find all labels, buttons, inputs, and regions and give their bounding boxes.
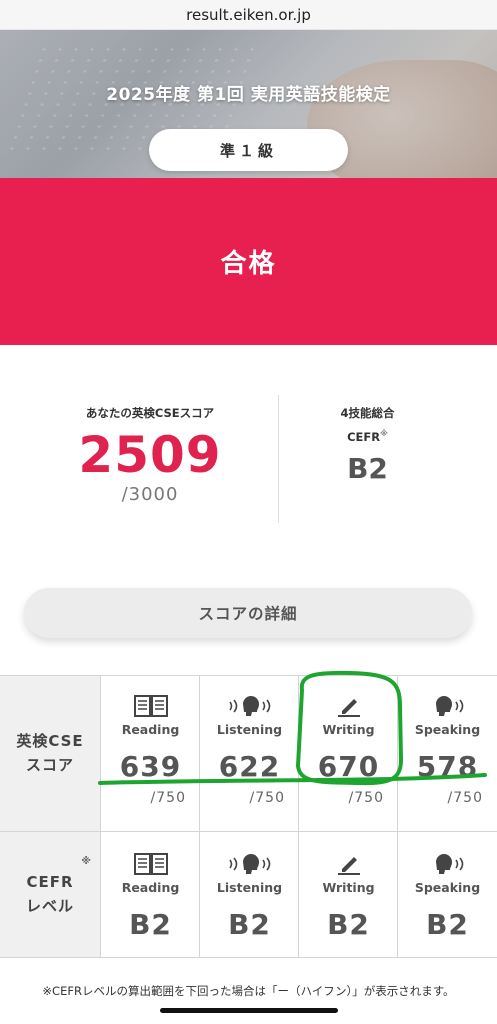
divider	[278, 395, 279, 523]
book-icon	[101, 694, 200, 718]
cefr-overall-level: B2	[347, 451, 388, 485]
skill-label: Writing	[322, 880, 375, 895]
table-row-cse-score: 英検CSE スコア Reading 639 /750 Listening 622 …	[0, 676, 497, 832]
skill-label: Speaking	[414, 880, 481, 895]
result-banner: 合格	[0, 178, 497, 345]
skill-label: Reading	[121, 880, 180, 895]
skill-label: Listening	[216, 880, 283, 895]
skill-score-max: /750	[249, 790, 285, 806]
pencil-icon	[299, 694, 398, 718]
home-indicator[interactable]	[160, 1008, 338, 1013]
cefr-label: CEFR※	[347, 429, 388, 444]
cefr-overall: 4技能総合 CEFR※ B2	[280, 405, 455, 485]
cse-score-value: 2509	[78, 426, 222, 484]
cse-total-score: あなたの英検CSEスコア 2509 /3000	[20, 405, 280, 505]
browser-url-bar[interactable]: result.eiken.or.jp	[0, 0, 497, 30]
cell-writing-score: Writing 670 /750	[298, 676, 398, 831]
cell-speaking-cefr: Speaking B2	[397, 832, 497, 957]
grade-badge: 準１級	[149, 129, 348, 171]
cell-listening-cefr: Listening B2	[199, 832, 299, 957]
pencil-icon	[299, 852, 398, 876]
skill-score: 639	[119, 750, 182, 783]
url-text: result.eiken.or.jp	[186, 5, 311, 24]
skill-score: 670	[317, 750, 380, 783]
skill-score: 622	[218, 750, 281, 783]
skill-score-max: /750	[348, 790, 384, 806]
skill-label: Listening	[216, 722, 283, 737]
cefr-note-mark: ※	[81, 856, 92, 867]
hero-banner: 2025年度 第1回 実用英語技能検定 準１級	[0, 30, 497, 178]
book-icon	[101, 852, 200, 876]
cell-speaking-score: Speaking 578 /750	[397, 676, 497, 831]
skills-table: 英検CSE スコア Reading 639 /750 Listening 622 …	[0, 675, 497, 958]
skill-score-max: /750	[150, 790, 186, 806]
skill-label: Reading	[121, 722, 180, 737]
table-row-cefr-level: ※ CEFR レベル Reading B2 Listening B2 Writin…	[0, 832, 497, 958]
skill-cefr: B2	[327, 908, 370, 941]
row-header-cse: 英検CSE スコア	[0, 676, 100, 831]
skill-score-max: /750	[447, 790, 483, 806]
four-skills-label: 4技能総合	[340, 406, 395, 420]
cell-listening-score: Listening 622 /750	[199, 676, 299, 831]
speaking-icon	[398, 694, 497, 718]
cse-score-max: /3000	[121, 483, 179, 505]
exam-title: 2025年度 第1回 実用英語技能検定	[106, 85, 391, 105]
cell-reading-cefr: Reading B2	[100, 832, 200, 957]
skill-label: Speaking	[414, 722, 481, 737]
skill-label: Writing	[322, 722, 375, 737]
result-status: 合格	[220, 249, 277, 279]
row-header-cefr: ※ CEFR レベル	[0, 832, 100, 957]
score-details-button[interactable]: スコアの詳細	[24, 588, 472, 638]
skill-cefr: B2	[426, 908, 469, 941]
listening-icon	[200, 852, 299, 876]
skill-cefr: B2	[228, 908, 271, 941]
skill-score: 578	[416, 750, 479, 783]
score-summary: あなたの英検CSEスコア 2509 /3000 4技能総合 CEFR※ B2 ス…	[0, 345, 497, 675]
speaking-icon	[398, 852, 497, 876]
skill-cefr: B2	[129, 908, 172, 941]
cell-reading-score: Reading 639 /750	[100, 676, 200, 831]
cefr-footnote: ※CEFRレベルの算出範囲を下回った場合は「ー（ハイフン）」が表示されます。	[42, 984, 455, 998]
cell-writing-cefr: Writing B2	[298, 832, 398, 957]
cse-score-label: あなたの英検CSEスコア	[85, 406, 215, 420]
listening-icon	[200, 694, 299, 718]
